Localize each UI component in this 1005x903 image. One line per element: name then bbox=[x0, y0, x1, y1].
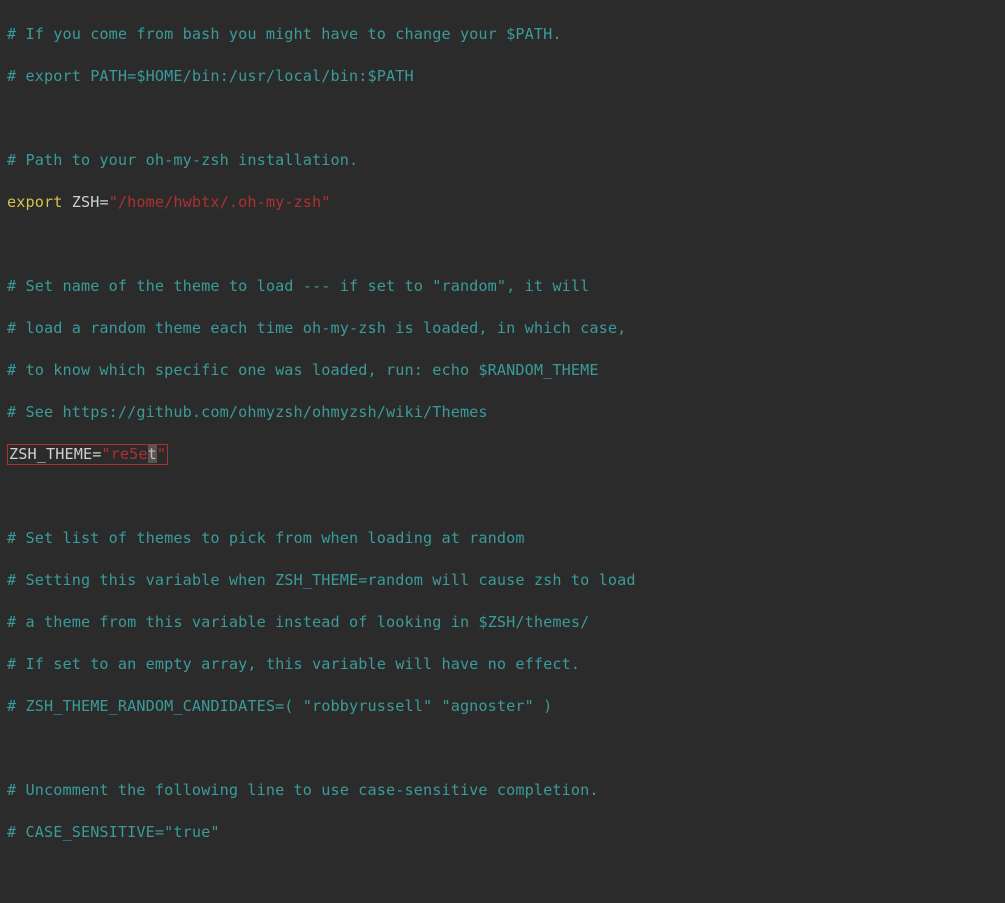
blank-line bbox=[7, 234, 998, 255]
code-line: # ZSH_THEME_RANDOM_CANDIDATES=( "robbyru… bbox=[7, 696, 998, 717]
code-line: export ZSH="/home/hwbtx/.oh-my-zsh" bbox=[7, 192, 998, 213]
var-assign: ZSH_THEME= bbox=[9, 445, 101, 463]
var-assign: ZSH= bbox=[62, 193, 108, 211]
code-line: # CASE_SENSITIVE="true" bbox=[7, 822, 998, 843]
code-line: # Set name of the theme to load --- if s… bbox=[7, 276, 998, 297]
search-highlight: ZSH_THEME="re5et" bbox=[7, 444, 168, 465]
code-line: # See https://github.com/ohmyzsh/ohmyzsh… bbox=[7, 402, 998, 423]
blank-line bbox=[7, 486, 998, 507]
string-value: "/home/hwbtx/.oh-my-zsh" bbox=[109, 193, 331, 211]
vim-editor-buffer[interactable]: # If you come from bash you might have t… bbox=[0, 0, 1005, 903]
code-line: # Path to your oh-my-zsh installation. bbox=[7, 150, 998, 171]
blank-line bbox=[7, 738, 998, 759]
code-line: # If you come from bash you might have t… bbox=[7, 24, 998, 45]
keyword-export: export bbox=[7, 193, 62, 211]
blank-line bbox=[7, 864, 998, 885]
blank-line bbox=[7, 108, 998, 129]
code-line: # Uncomment the following line to use ca… bbox=[7, 780, 998, 801]
code-line: # load a random theme each time oh-my-zs… bbox=[7, 318, 998, 339]
code-line: # a theme from this variable instead of … bbox=[7, 612, 998, 633]
string-value: " bbox=[157, 445, 166, 463]
code-line: # Setting this variable when ZSH_THEME=r… bbox=[7, 570, 998, 591]
string-value: "re5e bbox=[101, 445, 147, 463]
code-line: # Set list of themes to pick from when l… bbox=[7, 528, 998, 549]
cursor: t bbox=[148, 445, 157, 463]
code-line: # If set to an empty array, this variabl… bbox=[7, 654, 998, 675]
code-line: # export PATH=$HOME/bin:/usr/local/bin:$… bbox=[7, 66, 998, 87]
code-line-current: ZSH_THEME="re5et" bbox=[7, 444, 998, 465]
code-line: # to know which specific one was loaded,… bbox=[7, 360, 998, 381]
